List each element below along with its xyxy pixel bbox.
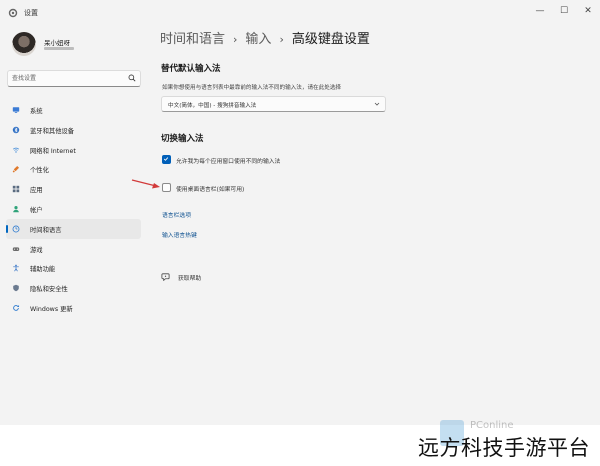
language-bar-options-link[interactable]: 语言栏选项	[162, 210, 191, 219]
default-input-method-dropdown[interactable]: 中文(简体，中国) - 搜狗拼音输入法	[161, 96, 386, 112]
sidebar-item-account[interactable]: 帐户	[6, 199, 141, 219]
input-language-hotkeys-link[interactable]: 输入语言热键	[162, 230, 197, 239]
apps-icon	[12, 185, 20, 193]
sidebar-item-bluetooth[interactable]: 蓝牙和其他设备	[6, 120, 141, 140]
sidebar-item-label: 应用	[30, 187, 43, 195]
sidebar-item-gamepad[interactable]: 游戏	[6, 239, 141, 259]
profile-name: 呆小妞呀	[44, 39, 70, 47]
sidebar-item-label: 辅助功能	[30, 266, 56, 274]
search-input[interactable]	[12, 73, 122, 83]
search-box[interactable]	[7, 70, 141, 87]
get-help-link[interactable]: 获取帮助	[178, 273, 201, 282]
desktop-language-bar-label: 使用桌面语言栏(如果可用)	[176, 187, 245, 193]
account-icon	[13, 206, 19, 213]
sidebar-item-label: Windows 更新	[30, 305, 73, 313]
sidebar-item-update[interactable]: Windows 更新	[6, 298, 141, 318]
annotation-arrow-icon	[131, 179, 160, 189]
page-title: 高级键盘设置	[291, 32, 370, 47]
sidebar-item-label: 游戏	[30, 246, 43, 254]
wifi-icon	[12, 147, 20, 153]
bluetooth-icon	[12, 126, 20, 133]
sidebar-item-label: 网络和 Internet	[30, 147, 76, 155]
sidebar-item-monitor[interactable]: 系统	[6, 100, 141, 120]
watermark-text: PConline	[470, 420, 514, 431]
sidebar-item-label: 时间和语言	[30, 226, 62, 234]
footer-brand: 远方科技手游平台	[418, 436, 590, 460]
sidebar-item-globe-clock[interactable]: 时间和语言	[6, 218, 141, 239]
checkmark-icon	[163, 157, 169, 161]
sidebar-item-label: 系统	[30, 108, 43, 115]
sidebar-item-shield[interactable]: 隐私和安全性	[6, 278, 141, 298]
breadcrumb-time-language[interactable]: 时间和语言	[160, 32, 225, 47]
sidebar-item-wifi[interactable]: 网络和 Internet	[6, 140, 141, 160]
settings-app-icon	[8, 8, 18, 18]
gamepad-icon	[12, 246, 20, 251]
brush-icon	[12, 166, 20, 173]
sidebar-item-apps[interactable]: 应用	[6, 179, 141, 199]
shield-icon	[13, 284, 19, 292]
maximize-button[interactable]: ☐	[556, 3, 572, 19]
override-section-title: 替代默认输入法	[161, 64, 221, 74]
profile-email-redacted	[44, 47, 74, 50]
globe-clock-icon	[12, 225, 20, 233]
minimize-button[interactable]: —	[532, 3, 548, 19]
monitor-icon	[12, 107, 20, 113]
avatar[interactable]	[12, 32, 36, 56]
per-app-input-checkbox[interactable]	[162, 155, 171, 164]
search-icon[interactable]	[128, 74, 136, 82]
accessibility-icon	[13, 265, 19, 272]
chevron-down-icon	[374, 102, 380, 106]
dropdown-selected-value: 中文(简体，中国) - 搜狗拼音输入法	[168, 102, 257, 109]
sidebar-item-accessibility[interactable]: 辅助功能	[6, 258, 141, 278]
override-description: 如果你想使用与语言列表中最靠前的输入法不同的输入法，请在此处选择	[162, 85, 342, 91]
help-icon[interactable]	[161, 272, 170, 281]
breadcrumb-separator: ›	[233, 33, 238, 46]
breadcrumb-separator: ›	[279, 33, 284, 46]
sidebar-nav: 系统蓝牙和其他设备 网络和 Internet 个性化应用帐户时间和语言游戏辅助功能隐…	[6, 100, 141, 318]
close-button[interactable]: ✕	[580, 3, 596, 19]
breadcrumb-input[interactable]: 输入	[245, 32, 271, 47]
per-app-input-label: 允许我为每个应用窗口使用不同的输入法	[176, 159, 281, 165]
settings-window: 设置 — ☐ ✕ 呆小妞呀 系统蓝牙和其他设备网络和 Internet 个性化应用…	[0, 0, 600, 425]
update-icon	[13, 304, 20, 311]
sidebar-item-label: 个性化	[30, 167, 49, 175]
title-bar: 设置 — ☐ ✕	[0, 0, 600, 26]
sidebar-item-label: 隐私和安全性	[30, 286, 68, 294]
sidebar-item-label: 蓝牙和其他设备	[30, 127, 75, 135]
window-title: 设置	[24, 9, 38, 17]
switch-section-title: 切换输入法	[161, 134, 204, 144]
sidebar-item-label: 帐户	[30, 206, 43, 214]
sidebar-item-brush[interactable]: 个性化	[6, 159, 141, 179]
breadcrumb: 时间和语言 › 输入 › 高级键盘设置	[160, 28, 370, 47]
